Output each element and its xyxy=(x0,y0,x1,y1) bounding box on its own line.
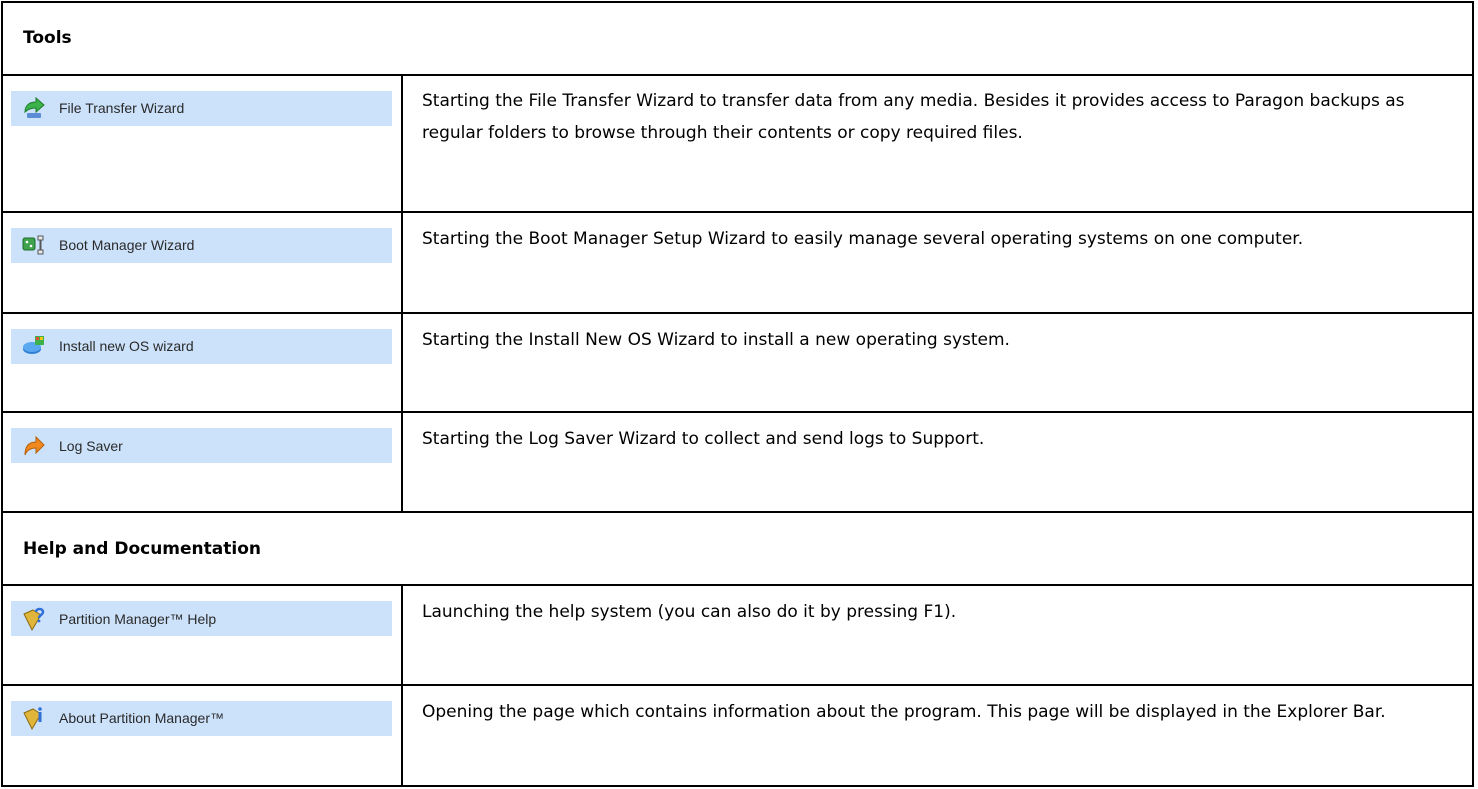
item-description: Starting the Log Saver Wizard to collect… xyxy=(401,411,1474,514)
boot-manager-wizard-button[interactable]: Boot Manager Wizard xyxy=(11,227,392,263)
install-new-os-wizard-button[interactable]: Install new OS wizard xyxy=(11,328,392,364)
table-row: About Partition Manager™ Opening the pag… xyxy=(1,683,1474,788)
table-row: Log Saver Starting the Log Saver Wizard … xyxy=(1,411,1474,514)
item-description: Starting the Install New OS Wizard to in… xyxy=(401,311,1474,414)
green-arrow-icon xyxy=(24,97,45,119)
partition-manager-help-button[interactable]: Partition Manager™ Help xyxy=(11,601,392,637)
about-book-icon xyxy=(23,707,42,731)
section-heading: Help and Documentation xyxy=(1,511,1474,587)
item-description: Starting the File Transfer Wizard to tra… xyxy=(401,73,1474,213)
about-partition-manager-button[interactable]: About Partition Manager™ xyxy=(11,700,392,736)
orange-arrow-icon xyxy=(24,435,45,456)
log-saver-button[interactable]: Log Saver xyxy=(11,428,392,464)
item-label: Boot Manager Wizard xyxy=(59,237,195,254)
install-os-icon xyxy=(23,336,44,355)
item-description: Launching the help system (you can also … xyxy=(401,584,1474,686)
section-heading: Tools xyxy=(1,1,1474,76)
table-row: File Transfer Wizard Starting the File T… xyxy=(1,73,1474,213)
item-label: Partition Manager™ Help xyxy=(59,610,217,627)
item-label: Log Saver xyxy=(59,437,123,454)
item-label: Install new OS wizard xyxy=(59,338,194,355)
item-description: Opening the page which contains informat… xyxy=(401,683,1474,788)
table-row: Partition Manager™ Help Launching the he… xyxy=(1,584,1474,686)
item-label: About Partition Manager™ xyxy=(59,710,224,727)
section-row-tools: Tools xyxy=(1,1,1474,76)
file-transfer-wizard-button[interactable]: File Transfer Wizard xyxy=(11,90,392,126)
section-row-help: Help and Documentation xyxy=(1,511,1474,587)
item-label: File Transfer Wizard xyxy=(59,100,185,117)
boot-manager-icon xyxy=(22,235,44,255)
table-row: Install new OS wizard Starting the Insta… xyxy=(1,311,1474,414)
help-book-icon xyxy=(23,607,45,631)
item-description: Starting the Boot Manager Setup Wizard t… xyxy=(401,210,1474,314)
tools-help-table: Tools File Transfer Wizard Starting the … xyxy=(1,1,1474,788)
table-row: Boot Manager Wizard Starting the Boot Ma… xyxy=(1,210,1474,314)
